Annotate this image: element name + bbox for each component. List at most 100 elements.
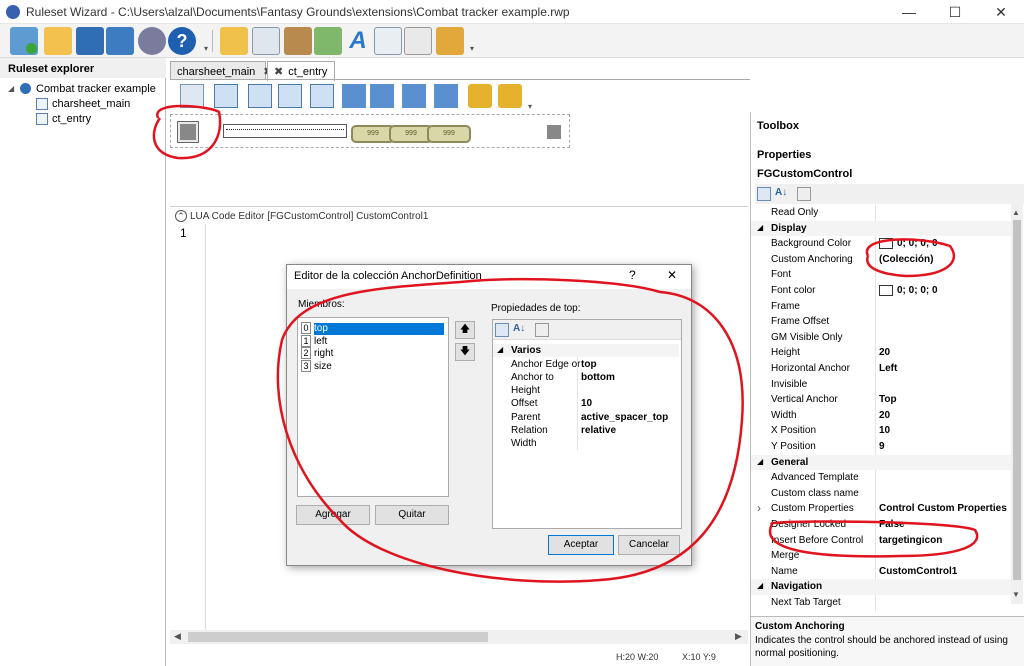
property-value-cell[interactable]: Top	[879, 394, 897, 405]
toolbox-title[interactable]: Toolbox	[757, 120, 799, 132]
property-value-cell[interactable]: 20	[879, 347, 890, 358]
property-pages-icon[interactable]	[797, 187, 811, 201]
property-value-cell[interactable]: 9	[879, 441, 885, 452]
member-property-grid[interactable]: A↓ ◢ Varios Anchor Edge or top Anchor to bo…	[492, 319, 682, 529]
property-value[interactable]: (Colección)	[879, 254, 933, 265]
property-value-cell[interactable]: 20	[879, 410, 890, 421]
target-icon[interactable]	[547, 125, 561, 139]
property-value-cell[interactable]: False	[879, 519, 905, 530]
property-row[interactable]: Background Color 0; 0; 0; 0	[751, 236, 1013, 252]
number-field[interactable]: 999	[427, 125, 471, 143]
add-font-button[interactable]: A	[344, 27, 372, 55]
property-value[interactable]: 9	[879, 441, 885, 452]
tree-item-charsheet-main[interactable]: charsheet_main	[52, 98, 130, 110]
property-value-cell[interactable]: (Colección)	[879, 254, 933, 265]
save-as-button[interactable]	[106, 27, 134, 55]
scrollbar-thumb[interactable]	[1013, 220, 1021, 580]
save-button[interactable]	[76, 27, 104, 55]
property-row[interactable]: Designer Locked False	[751, 517, 1013, 533]
add-frame-button[interactable]	[284, 27, 312, 55]
string-control[interactable]	[223, 124, 347, 138]
member-item[interactable]: 3 size	[301, 359, 446, 372]
property-row[interactable]: Read Only	[751, 205, 1013, 221]
property-row[interactable]: Insert Before Control targetingicon	[751, 533, 1013, 549]
add-string-button[interactable]	[404, 27, 432, 55]
member-property-row[interactable]: Anchor to bottom	[493, 371, 679, 384]
property-value[interactable]: top	[581, 359, 597, 370]
member-property-row[interactable]: Parent active_spacer_top	[493, 411, 679, 424]
tree-item-ct-entry[interactable]: ct_entry	[52, 113, 91, 125]
tree-root-item[interactable]: Combat tracker example	[36, 83, 156, 95]
property-value[interactable]: Top	[879, 394, 897, 405]
property-row[interactable]: Width 20	[751, 408, 1013, 424]
property-category-varios[interactable]: ◢ Varios	[493, 344, 679, 358]
member-property-row[interactable]: Height	[493, 384, 679, 397]
close-button[interactable]: ✕	[978, 0, 1024, 24]
scroll-up-icon[interactable]: ▲	[1012, 208, 1020, 217]
help-button[interactable]: ?	[168, 27, 196, 55]
window-design-canvas[interactable]: 999 999 999	[170, 114, 570, 148]
collapse-arrow-icon[interactable]: ◢	[757, 581, 763, 590]
add-image-button[interactable]	[314, 27, 342, 55]
toolbar-overflow-icon[interactable]: ▾	[528, 102, 532, 111]
property-value-cell[interactable]: targetingicon	[879, 535, 942, 546]
align-right-button[interactable]	[310, 84, 334, 108]
property-value[interactable]: active_spacer_top	[581, 412, 668, 423]
add-window-button[interactable]	[252, 27, 280, 55]
add-script-button[interactable]	[374, 27, 402, 55]
move-up-button[interactable]: 🡅	[455, 321, 475, 339]
property-value[interactable]: 10	[879, 425, 890, 436]
property-category[interactable]: ◢ General	[751, 454, 1013, 471]
property-row[interactable]: Height 20	[751, 345, 1013, 361]
property-row[interactable]: Next Tab Target	[751, 595, 1013, 611]
remove-member-button[interactable]: Quitar	[375, 505, 449, 525]
send-back-button[interactable]	[248, 84, 272, 108]
property-value[interactable]: CustomControl1	[879, 566, 957, 577]
member-property-row[interactable]: Anchor Edge or top	[493, 358, 679, 371]
align-left-button[interactable]	[278, 84, 302, 108]
property-pages-icon[interactable]	[535, 323, 549, 337]
categorized-icon[interactable]	[757, 187, 771, 201]
tab-ct-entry[interactable]: ✖ ct_entry	[267, 61, 335, 81]
scroll-down-icon[interactable]: ▼	[1012, 590, 1020, 599]
property-value-cell[interactable]: CustomControl1	[879, 566, 957, 577]
property-value[interactable]: relative	[581, 425, 616, 436]
close-tab-icon[interactable]: ✖	[274, 66, 283, 78]
bring-front-button[interactable]	[214, 84, 238, 108]
property-value[interactable]: 20	[879, 347, 890, 358]
help-button[interactable]: ?	[629, 268, 636, 282]
member-item[interactable]: 0 top	[301, 322, 446, 335]
categorized-icon[interactable]	[495, 323, 509, 337]
property-row[interactable]: Merge	[751, 548, 1013, 564]
unlock-button[interactable]	[498, 84, 522, 108]
property-row[interactable]: Font color 0; 0; 0; 0	[751, 283, 1013, 299]
horizontal-scrollbar[interactable]: ◀ ▶	[170, 630, 748, 644]
new-control-button[interactable]	[180, 84, 204, 108]
same-width-button[interactable]	[402, 84, 426, 108]
align-top-button[interactable]	[342, 84, 366, 108]
property-value[interactable]: Control Custom Properties	[879, 503, 1007, 514]
cancel-button[interactable]: Cancelar	[618, 535, 680, 555]
property-row[interactable]: Invisible	[751, 377, 1013, 393]
property-row[interactable]: Vertical Anchor Top	[751, 392, 1013, 408]
property-row[interactable]: Custom Anchoring (Colección)	[751, 252, 1013, 268]
scroll-left-icon[interactable]: ◀	[174, 631, 181, 642]
property-row[interactable]: › Custom Properties Control Custom Propert…	[751, 501, 1013, 517]
scroll-right-icon[interactable]: ▶	[735, 631, 742, 642]
custom-control-selected[interactable]	[177, 121, 199, 143]
property-row[interactable]: Font	[751, 267, 1013, 283]
property-row[interactable]: Advanced Template	[751, 470, 1013, 486]
vertical-scrollbar[interactable]: ▲ ▼	[1011, 204, 1023, 604]
property-row[interactable]: Horizontal Anchor Left	[751, 361, 1013, 377]
member-item[interactable]: 1 left	[301, 334, 446, 347]
add-member-button[interactable]: Agregar	[296, 505, 370, 525]
property-value[interactable]: 20	[879, 410, 890, 421]
tab-charsheet-main[interactable]: charsheet_main✖	[170, 61, 273, 80]
settings-button[interactable]	[138, 27, 166, 55]
member-property-row[interactable]: Width	[493, 437, 679, 450]
add-folder-button[interactable]	[220, 27, 248, 55]
property-value[interactable]: targetingicon	[879, 535, 942, 546]
collapse-arrow-icon[interactable]: ◢	[757, 223, 763, 232]
alphabetical-icon[interactable]: A↓	[513, 323, 525, 334]
member-property-row[interactable]: Relation relative	[493, 424, 679, 437]
